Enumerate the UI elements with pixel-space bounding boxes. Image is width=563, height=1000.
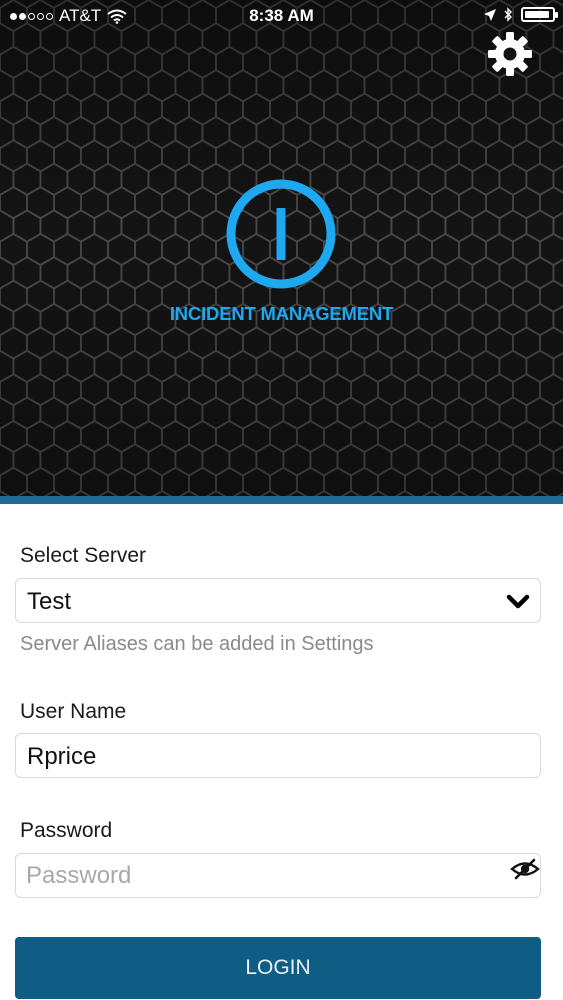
username-value[interactable]: Rprice <box>27 743 96 771</box>
server-select[interactable]: Test <box>15 578 541 623</box>
header-banner: AT&T 8:38 AM INCIDENT MANAGEMENT <box>0 0 563 496</box>
gear-icon[interactable] <box>486 30 534 78</box>
app-title: INCIDENT MANAGEMENT <box>169 303 394 324</box>
username-label: User Name <box>20 700 127 723</box>
eye-slash-icon[interactable] <box>510 858 540 880</box>
password-field[interactable] <box>15 853 541 898</box>
status-time: 8:38 AM <box>249 6 314 25</box>
server-label: Select Server <box>20 544 147 567</box>
server-hint: Server Aliases can be added in Settings <box>20 633 374 655</box>
password-input[interactable] <box>26 861 496 891</box>
status-bar: AT&T 8:38 AM <box>0 0 563 34</box>
bluetooth-icon <box>504 7 512 22</box>
location-icon <box>484 8 496 21</box>
username-field[interactable]: Rprice <box>15 733 541 778</box>
login-button[interactable]: LOGIN <box>15 937 541 999</box>
incident-logo-icon <box>226 179 336 289</box>
header-divider <box>0 496 563 504</box>
status-right <box>484 7 558 22</box>
server-select-value: Test <box>27 588 72 615</box>
battery-icon <box>521 7 558 22</box>
password-label: Password <box>20 819 113 842</box>
chevron-down-icon[interactable] <box>506 591 530 613</box>
